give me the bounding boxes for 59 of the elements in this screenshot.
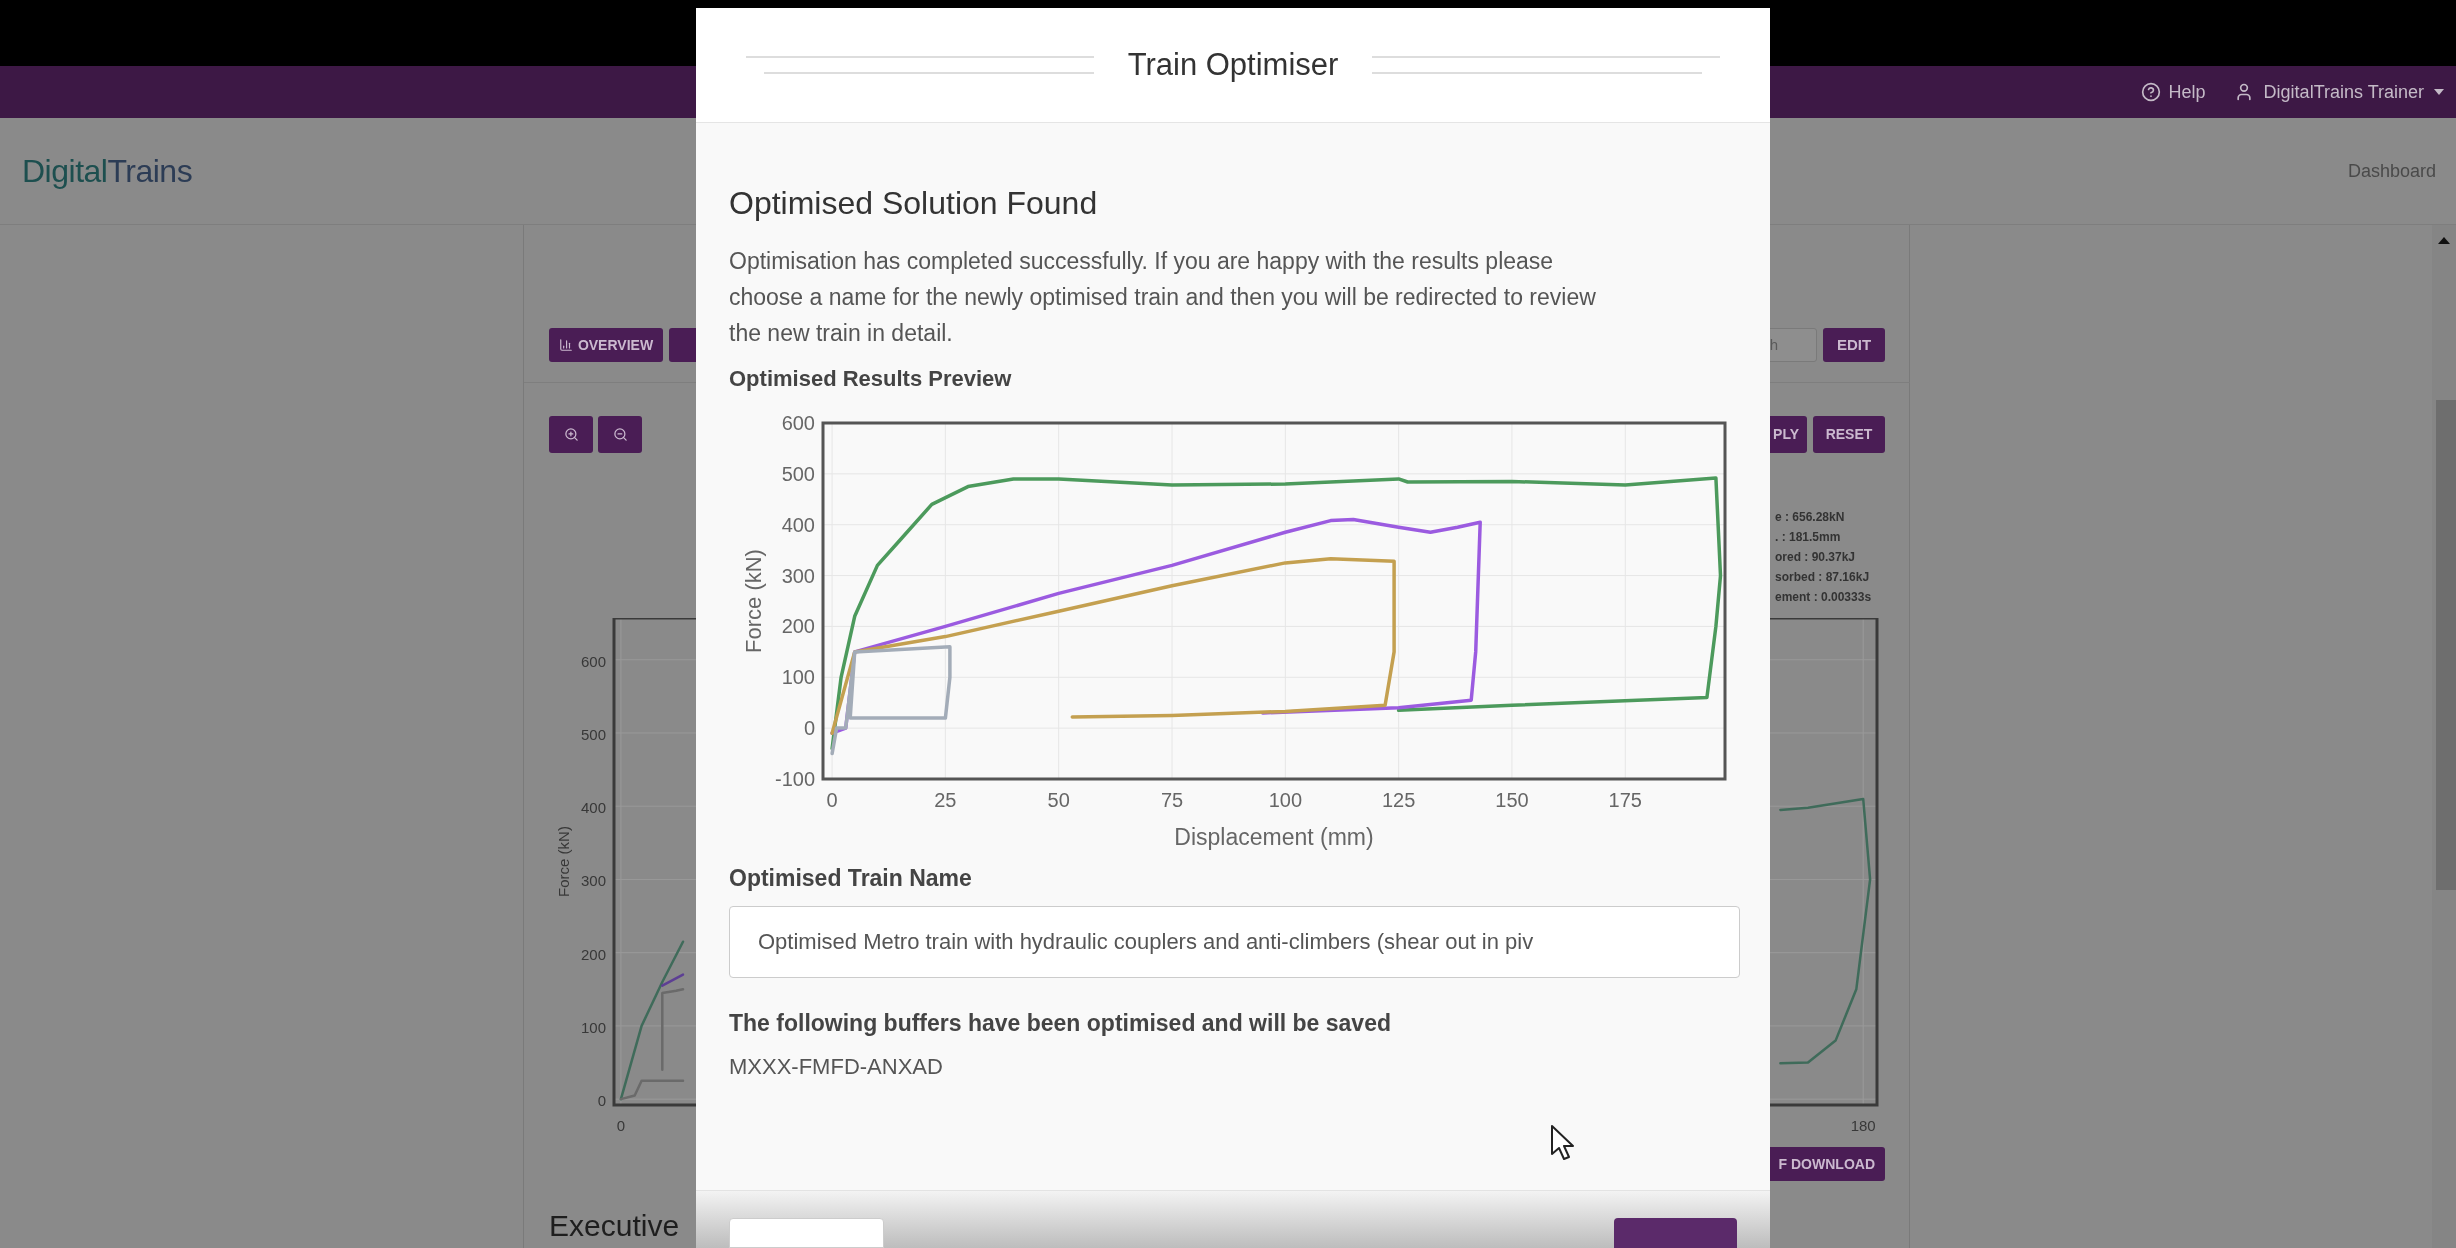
x-tick-label: 50 xyxy=(1047,789,1070,811)
y-tick-label: 400 xyxy=(781,513,815,536)
buffers-heading: The following buffers have been optimised and will be saved xyxy=(729,1008,1392,1038)
y-tick-label: 600 xyxy=(781,412,815,434)
y-tick-label: 200 xyxy=(580,945,606,963)
x-tick-label: 150 xyxy=(1495,789,1529,811)
x-tick-label: 175 xyxy=(1608,789,1642,811)
y-axis-label: Force (kN) xyxy=(741,549,766,653)
dialog-message: Optimisation has completed successfully. If you are happy with the results please choose a name for the newly optimised train and then you will be redirected to review the new train in detail. xyxy=(729,247,1597,348)
reset-button[interactable]: RESET xyxy=(1813,416,1885,453)
caret-icon xyxy=(2434,89,2444,95)
scrollbar[interactable] xyxy=(2432,225,2456,1248)
x-tick-label: 125 xyxy=(1381,789,1416,811)
zoom-in-button[interactable] xyxy=(549,416,593,453)
dialog-title: Train Optimiser xyxy=(1127,45,1339,84)
x-tick-label: 0 xyxy=(616,1117,626,1134)
y-tick-label: 100 xyxy=(580,1018,606,1036)
mouse-cursor-icon xyxy=(1550,1124,1576,1162)
x-axis-label: Displacement (mm) xyxy=(1174,824,1374,850)
train-name-field[interactable]: Optimised Metro train with hydraulic couplers and anti-climbers (shear out in piv xyxy=(729,905,1740,978)
x-tick-label: 25 xyxy=(934,789,957,811)
overview-button[interactable]: OVERVIEW xyxy=(549,328,663,362)
edit-button[interactable]: EDIT xyxy=(1823,328,1885,362)
scroll-up-icon xyxy=(2438,237,2450,244)
y-tick-label: -100 xyxy=(774,768,815,790)
stat-text: ored : 90.37kJ xyxy=(1775,549,1857,566)
user-menu[interactable]: DigitalTrains Trainer xyxy=(2233,78,2444,106)
y-tick-label: 300 xyxy=(580,872,606,890)
preview-heading: Optimised Results Preview xyxy=(729,365,1013,393)
stat-text: ement : 0.00333s xyxy=(1775,589,1873,606)
section-heading: Executive xyxy=(549,1208,680,1244)
y-tick-label: 300 xyxy=(781,564,815,587)
name-label: Optimised Train Name xyxy=(729,864,973,893)
footer-button[interactable] xyxy=(729,1218,884,1248)
x-tick-label: 0 xyxy=(826,789,838,811)
zoom-out-button[interactable] xyxy=(598,416,642,453)
stat-text: sorbed : 87.16kJ xyxy=(1775,569,1871,586)
y-tick-label: 400 xyxy=(580,799,606,817)
help-icon xyxy=(2140,82,2161,102)
y-tick-label: 0 xyxy=(803,717,815,740)
bar-chart-icon xyxy=(558,338,573,352)
dialog-heading: Optimised Solution Found xyxy=(729,184,1099,223)
x-tick-label: 100 xyxy=(1268,789,1302,811)
zoom-out-icon xyxy=(612,427,628,442)
x-tick-label: 180 xyxy=(1850,1117,1876,1134)
y-tick-label: 200 xyxy=(781,615,815,638)
y-tick-label: 100 xyxy=(781,666,815,689)
zoom-in-icon xyxy=(563,427,579,442)
y-tick-label: 600 xyxy=(580,652,606,670)
footer-button[interactable] xyxy=(1614,1218,1737,1248)
y-tick-label: 500 xyxy=(781,462,815,485)
y-tick-label: 0 xyxy=(597,1092,606,1110)
y-tick-label: 500 xyxy=(580,726,606,743)
stat-text: . : 181.5mm xyxy=(1775,529,1842,546)
y-axis-label: Force (kN) xyxy=(555,826,572,897)
buffer-id: MXXX-FMFD-ANXAD xyxy=(729,1053,944,1081)
x-tick-label: 75 xyxy=(1160,789,1184,811)
stat-text: e : 656.28kN xyxy=(1775,509,1846,526)
help-link[interactable]: Help xyxy=(2140,78,2206,106)
